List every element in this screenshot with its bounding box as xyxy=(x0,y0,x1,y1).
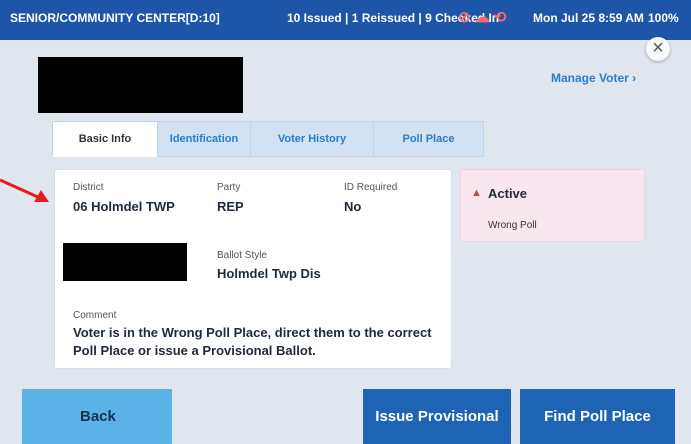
signal-icon: ⟲ xyxy=(493,9,511,26)
arrow-pointer-icon xyxy=(0,178,49,202)
cloud-icon: ☁ xyxy=(474,9,494,26)
district-label: District xyxy=(73,182,104,193)
blocked-icon: ⊘ xyxy=(458,9,475,26)
tab-basic-info[interactable]: Basic Info xyxy=(52,121,158,157)
comment-text: Voter is in the Wrong Poll Place, direct… xyxy=(73,325,432,358)
back-button[interactable]: Back xyxy=(22,389,172,444)
location-label: SENIOR/COMMUNITY CENTER[D:10] xyxy=(10,11,220,25)
battery-level: 100% xyxy=(648,11,679,25)
party-value: REP xyxy=(217,199,244,214)
ballot-style-label: Ballot Style xyxy=(217,250,268,261)
status-title: Active xyxy=(488,186,528,201)
basic-info-panel: District 06 Holmdel TWP Party REP ID Req… xyxy=(54,169,452,369)
status-icons: ⊘☁⟲ xyxy=(458,8,510,26)
tab-identification[interactable]: Identification xyxy=(157,121,251,157)
id-required-value: No xyxy=(344,199,362,214)
voter-name-redacted xyxy=(38,57,243,113)
manage-voter-link[interactable]: Manage Voter › xyxy=(551,71,636,85)
district-value: 06 Holmdel TWP xyxy=(73,199,175,214)
party-label: Party xyxy=(217,182,241,193)
comment-label: Comment xyxy=(73,310,117,321)
close-icon[interactable]: × xyxy=(646,37,670,61)
warning-icon: ▲ xyxy=(471,187,482,199)
status-reason: Wrong Poll xyxy=(488,220,537,231)
id-required-label: ID Required xyxy=(344,182,398,193)
find-poll-place-button[interactable]: Find Poll Place xyxy=(520,389,675,444)
tab-poll-place[interactable]: Poll Place xyxy=(373,121,484,157)
datetime: Mon Jul 25 8:59 AM xyxy=(533,11,644,25)
voter-status-card: ▲ Active Wrong Poll xyxy=(460,169,645,242)
status-bar: SENIOR/COMMUNITY CENTER[D:10] 10 Issued … xyxy=(0,0,691,40)
ballot-style-value: Holmdel Twp Dis xyxy=(217,266,321,281)
redacted-field xyxy=(63,243,187,281)
tab-voter-history[interactable]: Voter History xyxy=(250,121,374,157)
issue-provisional-button[interactable]: Issue Provisional xyxy=(363,389,511,444)
